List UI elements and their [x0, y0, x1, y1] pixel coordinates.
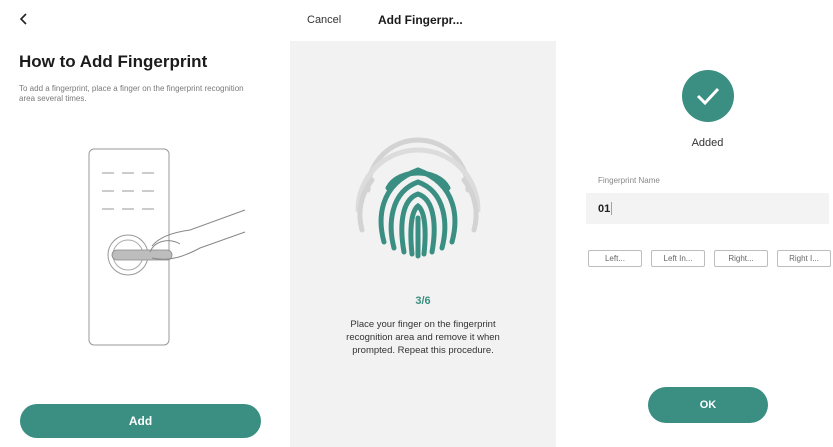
- enroll-screen: Cancel Add Fingerpr... 3/6 Place your fi…: [290, 0, 556, 447]
- success-badge: [682, 70, 734, 122]
- fingerprint-name-input[interactable]: 01: [586, 193, 829, 224]
- back-arrow-icon[interactable]: [16, 11, 32, 27]
- enroll-instructions: Place your finger on the fingerprint rec…: [346, 319, 500, 356]
- cancel-button[interactable]: Cancel: [307, 14, 341, 26]
- name-field-label: Fingerprint Name: [598, 176, 660, 185]
- guide-screen: How to Add Fingerprint To add a fingerpr…: [0, 0, 290, 447]
- name-suggestions: Left... Left In... Right... Right I...: [588, 250, 831, 267]
- door-lock-illustration: [88, 148, 246, 346]
- enroll-title: Add Fingerpr...: [378, 13, 463, 27]
- fingerprint-name-value: 01: [598, 202, 611, 215]
- enroll-progress: 3/6: [415, 295, 431, 307]
- suggestion-chip[interactable]: Left...: [588, 250, 642, 267]
- result-screen: Added Fingerprint Name 01 Left... Left I…: [556, 0, 833, 447]
- suggestion-chip[interactable]: Right I...: [777, 250, 831, 267]
- suggestion-chip[interactable]: Left In...: [651, 250, 705, 267]
- text-caret: [611, 202, 613, 215]
- checkmark-icon: [696, 87, 720, 106]
- status-text: Added: [691, 137, 724, 149]
- ok-button[interactable]: OK: [648, 387, 768, 423]
- guide-description: To add a fingerprint, place a finger on …: [19, 84, 244, 103]
- page-title: How to Add Fingerprint: [19, 52, 208, 71]
- add-button[interactable]: Add: [20, 404, 261, 438]
- suggestion-chip[interactable]: Right...: [714, 250, 768, 267]
- fingerprint-icon: [355, 137, 481, 259]
